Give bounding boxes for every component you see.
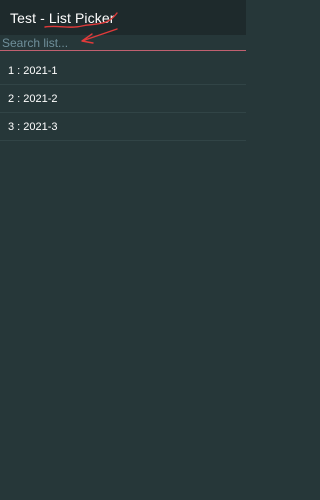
list-item-label: 1 : 2021-1 xyxy=(8,65,58,77)
list-item[interactable]: 2 : 2021-2 xyxy=(0,85,246,113)
list-item-label: 2 : 2021-2 xyxy=(8,93,58,105)
list-picker-screen: Test - List Picker 1 : 2021-1 2 : 2021-2… xyxy=(0,0,246,500)
search-bar[interactable] xyxy=(0,35,246,51)
page-title: Test - List Picker xyxy=(10,10,115,26)
list-item[interactable]: 3 : 2021-3 xyxy=(0,113,246,141)
item-list: 1 : 2021-1 2 : 2021-2 3 : 2021-3 xyxy=(0,57,246,141)
list-item-label: 3 : 2021-3 xyxy=(8,121,58,133)
search-input[interactable] xyxy=(2,36,242,50)
title-bar: Test - List Picker xyxy=(0,0,246,35)
list-item[interactable]: 1 : 2021-1 xyxy=(0,57,246,85)
